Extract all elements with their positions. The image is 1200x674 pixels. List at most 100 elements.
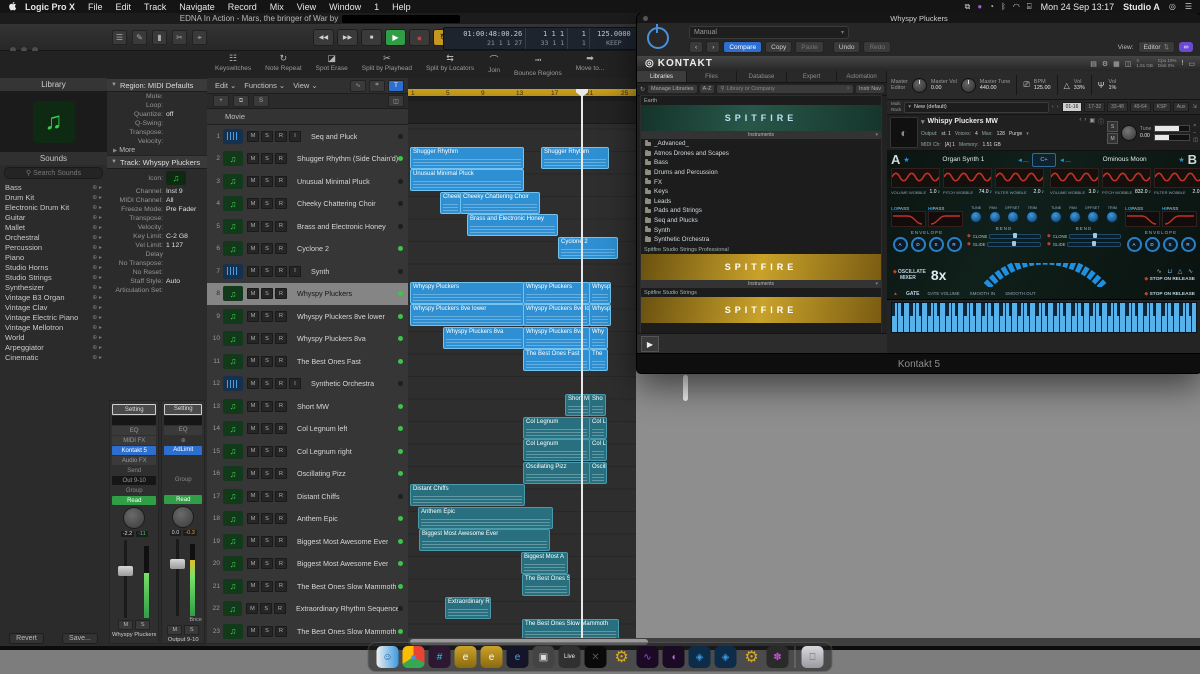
paste-button[interactable]: Paste — [795, 41, 824, 53]
gate-control-gate-volume[interactable]: GATE VOLUME — [927, 291, 959, 296]
clone-diamond-icon[interactable]: ◆ — [967, 233, 971, 239]
track-row-23[interactable]: 23♫MSRThe Best Ones Slow Mammoth — [207, 620, 408, 644]
envelope-knob-s[interactable]: S — [929, 237, 944, 252]
solo-button[interactable]: S — [261, 401, 273, 412]
gain-reduction-display[interactable] — [164, 416, 202, 425]
envelope-knob-d[interactable]: D — [911, 237, 926, 252]
library-search-field[interactable]: ⚲ Library or Company × — [717, 85, 853, 93]
menu-file[interactable]: File — [88, 2, 103, 12]
glide-slider[interactable] — [987, 242, 1041, 247]
region-whyspy-pluckers-8ve-lo[interactable]: Whyspy Pluckers 8ve lo — [523, 304, 590, 326]
folder-drums-and-percussion[interactable]: Drums and Percussion — [641, 168, 881, 178]
track-row-18[interactable]: 18♫MSRAnthem Epic — [207, 508, 408, 532]
trim-knob[interactable] — [1106, 211, 1118, 223]
wifi-icon[interactable]: ◠ — [1013, 2, 1020, 12]
gate-label[interactable]: GATE — [906, 291, 920, 297]
output-window-icon[interactable]: ◫ — [1125, 60, 1132, 68]
library-item-actions[interactable]: ⊕ ▸ — [92, 334, 102, 341]
library-item-actions[interactable]: ⊕ ▸ — [92, 354, 102, 361]
menubar-user[interactable]: Studio A — [1123, 2, 1160, 12]
toolbar-split-by-playhead[interactable]: ✂Split by Playhead — [362, 53, 412, 77]
metronome-icon[interactable]: △ — [1064, 81, 1070, 90]
region-whyspy-pluckers-8ve-lower[interactable]: Whyspy Pluckers 8ve lower — [410, 304, 524, 326]
region-the-best-ones-fast[interactable]: The Best Ones Fast — [523, 349, 590, 371]
gold-e-1-icon[interactable]: e — [455, 646, 477, 668]
library-item-drum-kit[interactable]: Drum Kit⊕ ▸ — [0, 192, 107, 202]
library-item-actions[interactable]: ⊕ ▸ — [92, 264, 102, 271]
offset-knob[interactable] — [1007, 211, 1019, 223]
limiter-slot[interactable]: AdLimit — [164, 446, 202, 455]
track-icon[interactable]: ♫ — [166, 171, 186, 185]
record-enable-button[interactable]: R — [275, 198, 287, 209]
menu-edit[interactable]: Edit ⌄ — [215, 81, 236, 90]
record-enable-button[interactable]: R — [275, 288, 287, 299]
pencil-tool-icon[interactable]: ✎ — [132, 30, 147, 45]
library-item-actions[interactable]: ⊕ ▸ — [92, 314, 102, 321]
setting-button[interactable]: Setting — [112, 404, 156, 415]
library-item-studio-strings[interactable]: Studio Strings⊕ ▸ — [0, 272, 107, 282]
library-item-vintage-electric-piano[interactable]: Vintage Electric Piano⊕ ▸ — [0, 312, 107, 322]
record-enable-button[interactable]: R — [275, 333, 287, 344]
gate-triangle-icon[interactable]: ▲ — [893, 291, 898, 297]
midi-track-icon[interactable]: ♫ — [223, 601, 243, 616]
region-col-l[interactable]: Col L — [589, 439, 607, 461]
midi-channel-value[interactable]: [A] 1 — [945, 142, 955, 148]
purge-menu[interactable]: Purge — [1009, 131, 1022, 137]
toolbar-spot-erase[interactable]: ◪Spot Erase — [316, 53, 348, 77]
record-enable-button[interactable]: R — [275, 513, 287, 524]
solo-button[interactable]: S — [261, 468, 273, 479]
library-item-piano[interactable]: Piano⊕ ▸ — [0, 252, 107, 262]
library-item-cinematic[interactable]: Cinematic⊕ ▸ — [0, 352, 107, 362]
region-param-mute-[interactable]: Mute: — [107, 92, 207, 101]
library-banner-earth[interactable]: SPITFIRE — [641, 105, 881, 131]
mute-button[interactable]: M — [167, 625, 182, 635]
region-oscillating-pizz[interactable]: Oscillating Pizz — [523, 462, 590, 484]
track-row-15[interactable]: 15♫MSRCol Legnum right — [207, 440, 408, 464]
midi-track-icon[interactable]: ♫ — [223, 331, 243, 346]
movie-track-row[interactable]: Movie — [207, 109, 408, 125]
record-enable-button[interactable]: R — [275, 446, 287, 457]
region-param-velocity-[interactable]: Velocity: — [107, 137, 207, 146]
toolbar-keyswitches[interactable]: ☷Keyswitches — [215, 53, 251, 77]
midi-track-icon[interactable]: ♫ — [223, 444, 243, 459]
library-item-actions[interactable]: ⊕ ▸ — [92, 234, 102, 241]
audio-track-icon[interactable] — [223, 129, 243, 144]
mute-button[interactable]: M — [247, 198, 259, 209]
menu-record[interactable]: Record — [228, 2, 257, 12]
midi-track-icon[interactable]: ♫ — [223, 466, 243, 481]
play-button[interactable]: ▶ — [385, 29, 406, 46]
record-enable-button[interactable]: R — [275, 356, 287, 367]
region-sho[interactable]: Sho — [589, 394, 606, 416]
solo-button[interactable]: S — [260, 603, 272, 614]
fader-cap[interactable] — [118, 566, 133, 576]
track-param-midi-channel-[interactable]: MIDI Channel:All — [107, 196, 207, 205]
library-item-actions[interactable]: ⊕ ▸ — [92, 274, 102, 281]
gate-control-smooth-in[interactable]: SMOOTH IN — [970, 291, 996, 296]
hipass-display[interactable] — [928, 211, 963, 227]
region-cyclone-2[interactable]: Cyclone 2 — [558, 237, 618, 259]
track-row-9[interactable]: 9♫MSRWhyspy Pluckers 8ve lower — [207, 305, 408, 329]
solo-button[interactable]: S — [261, 491, 273, 502]
lcd-display[interactable]: 01:00:48:00.26 21 1 1 27 1 1 1 33 1 1 1 … — [443, 27, 639, 50]
solo-button[interactable]: S — [261, 446, 273, 457]
playhead[interactable] — [581, 89, 583, 646]
toolbar-note-repeat[interactable]: ↻Note Repeat — [265, 53, 302, 77]
region-brass-and-electronic-honey[interactable]: Brass and Electronic Honey — [467, 214, 558, 236]
tune-knob[interactable] — [1050, 211, 1062, 223]
automation-curve-icon[interactable]: ∿ — [350, 80, 366, 92]
midi-track-icon[interactable]: ♫ — [223, 354, 243, 369]
rack-page-17-32[interactable]: 17-32 — [1084, 102, 1105, 112]
input-monitor-button[interactable]: I — [289, 378, 301, 389]
solo-button[interactable]: S — [261, 423, 273, 434]
master-volume-knob[interactable] — [912, 78, 927, 93]
waveform-shape-icons[interactable]: ∿ ⊔ △ ∿ — [1157, 268, 1195, 275]
menu-mix[interactable]: Mix — [270, 2, 284, 12]
track-param-articulation-set-[interactable]: Articulation Set: — [107, 286, 207, 295]
solo-button[interactable]: S — [261, 176, 273, 187]
multi-name-field[interactable]: ▾New (default) — [904, 102, 1049, 113]
library-banner-spitfire-studio-strings[interactable]: SPITFIRE — [641, 297, 881, 323]
instrument-title-row[interactable]: ▾ Whispy Pluckers MW ‹ › ▣ ⓘ — [921, 117, 1104, 126]
mute-button[interactable]: M — [247, 423, 259, 434]
oscillator-count[interactable]: 8x — [931, 267, 947, 283]
envelope-knob-d[interactable]: D — [1145, 237, 1160, 252]
